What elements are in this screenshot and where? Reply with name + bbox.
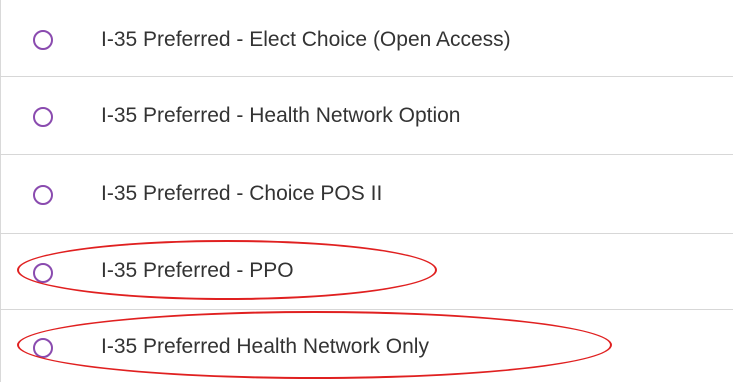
plan-option-label: I-35 Preferred - Elect Choice (Open Acce… [101, 28, 511, 51]
plan-option-health-network-only[interactable]: I-35 Preferred Health Network Only [0, 310, 733, 382]
radio-button-icon[interactable] [33, 107, 53, 127]
plan-option-label: I-35 Preferred - PPO [101, 259, 294, 282]
plan-option-elect-choice[interactable]: I-35 Preferred - Elect Choice (Open Acce… [0, 0, 733, 77]
plan-option-choice-pos-ii[interactable]: I-35 Preferred - Choice POS II [0, 155, 733, 234]
plan-selection-panel: I-35 Preferred - Elect Choice (Open Acce… [0, 0, 733, 382]
plan-option-health-network-option[interactable]: I-35 Preferred - Health Network Option [0, 77, 733, 155]
plan-option-list: I-35 Preferred - Elect Choice (Open Acce… [0, 0, 733, 382]
radio-button-icon[interactable] [33, 185, 53, 205]
radio-button-icon[interactable] [33, 30, 53, 50]
plan-option-label: I-35 Preferred Health Network Only [101, 335, 429, 358]
plan-option-ppo[interactable]: I-35 Preferred - PPO [0, 234, 733, 310]
radio-button-icon[interactable] [33, 263, 53, 283]
plan-option-label: I-35 Preferred - Choice POS II [101, 182, 383, 205]
radio-button-icon[interactable] [33, 338, 53, 358]
plan-option-label: I-35 Preferred - Health Network Option [101, 104, 461, 127]
